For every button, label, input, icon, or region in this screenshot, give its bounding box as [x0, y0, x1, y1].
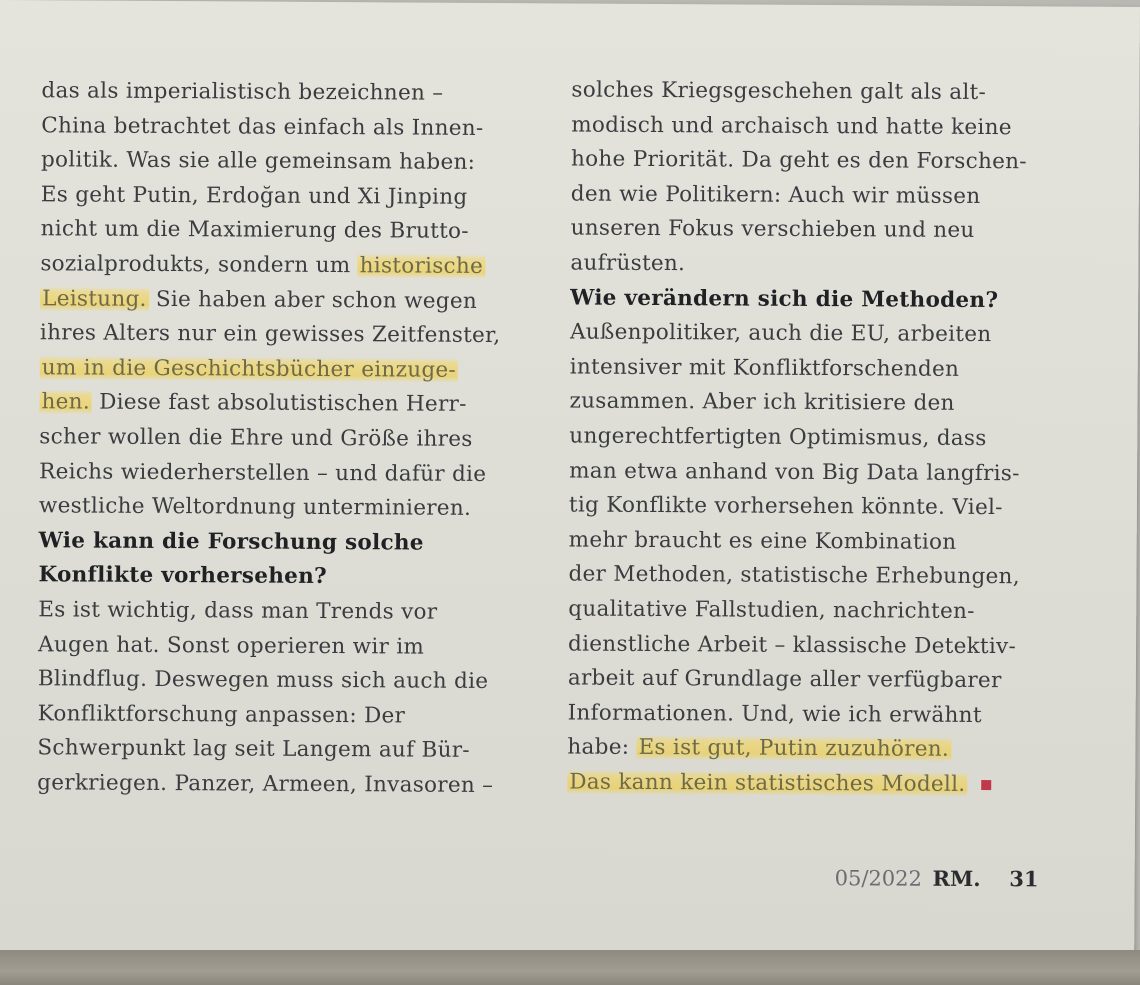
text-line: sozialprodukts, sondern um historische — [40, 247, 525, 285]
text-line: mehr braucht es eine Kombination — [569, 523, 1049, 561]
text-line: Augen hat. Sonst operieren wir im — [38, 628, 523, 666]
text-line: unseren Fokus verschieben und neu — [571, 212, 1051, 250]
text-segment: intensiver mit Konfliktforschenden — [569, 354, 960, 382]
text-segment: Diese fast absolutistischen Herr- — [91, 389, 467, 418]
right-text-column: solches Kriegsgeschehen galt als alt-mod… — [567, 73, 1051, 802]
text-segment: Konflikte vorhersehen? — [38, 562, 328, 590]
magazine-page: das als imperialistisch bezeichnen – Chin… — [0, 0, 1140, 957]
text-segment: arbeit auf Grundlage aller verfügbarer — [567, 665, 1002, 694]
text-segment: aufrüsten. — [570, 250, 686, 277]
text-line: Informationen. Und, wie ich erwähnt — [568, 696, 1048, 734]
text-line: tig Konflikte vorhersehen könnte. Viel- — [569, 489, 1049, 527]
text-line: modisch und archaisch und hatte keine — [571, 108, 1051, 146]
text-segment: Sie haben aber schon wegen — [148, 286, 478, 314]
text-segment: der Methoden, statistische Erhebungen, — [568, 561, 1020, 590]
text-segment: das als imperialistisch bezeichnen – — [41, 78, 444, 106]
text-segment: nicht um die Maximierung des Brutto- — [40, 216, 469, 245]
text-segment: Augen hat. Sonst operieren wir im — [37, 631, 425, 660]
text-line: Blindflug. Deswegen muss sich auch die — [38, 662, 523, 700]
text-segment: dienstliche Arbeit – klassische Detektiv… — [568, 630, 1017, 659]
text-line: Leistung. Sie haben aber schon wegen — [40, 282, 525, 320]
text-line: zusammen. Aber ich kritisiere den — [569, 385, 1049, 423]
text-segment: zusammen. Aber ich kritisiere den — [569, 388, 955, 417]
text-line: das als imperialistisch bezeichnen – — [41, 74, 526, 112]
text-line: Schwerpunkt lag seit Langem auf Bür- — [37, 732, 522, 770]
text-segment: scher wollen die Ehre und Größe ihres — [39, 424, 473, 452]
text-line: arbeit auf Grundlage aller verfügbarer — [568, 662, 1048, 700]
text-line: China betrachtet das einfach als Innen- — [41, 109, 526, 147]
text-segment: unseren Fokus verschieben und neu — [570, 215, 975, 244]
text-segment: Konfliktforschung anpassen: Der — [37, 700, 406, 729]
text-line: um in die Geschichtsbücher einzuge- — [39, 351, 525, 389]
text-line: intensiver mit Konfliktforschenden — [570, 350, 1050, 388]
text-line: Es geht Putin, Erdoğan und Xi Jinping — [41, 178, 526, 216]
text-line: den wie Politikern: Auch wir müssen — [571, 177, 1051, 215]
text-segment: politik. Was sie alle gemeinsam haben: — [40, 147, 476, 176]
highlighted-text: um in die Geschichtsbücher einzuge- — [39, 354, 459, 383]
text-segment: Schwerpunkt lag seit Langem auf Bür- — [37, 735, 470, 764]
text-line: ihres Alters nur ein gewisses Zeitfenste… — [40, 316, 525, 354]
text-segment: Wie verändern sich die Methoden? — [570, 285, 999, 313]
text-segment: modisch und archaisch und hatte keine — [571, 112, 1012, 140]
interview-question-line: Wie verändern sich die Methoden? — [570, 281, 1050, 319]
highlighted-text: Es ist gut, Putin zuzuhören. — [636, 735, 952, 763]
issue-date: 05/2022 — [834, 866, 922, 891]
text-segment: qualitative Fallstudien, nachrichten- — [568, 596, 975, 624]
text-segment: habe: — [567, 734, 637, 761]
magazine-logo: RM. — [932, 865, 981, 892]
text-segment: ihres Alters nur ein gewisses Zeitfenste… — [39, 320, 501, 349]
highlighted-text: Das kann kein statistisches Modell. — [567, 769, 968, 797]
text-line: nicht um die Maximierung des Brutto- — [40, 213, 525, 251]
text-segment: Reichs wiederherstellen – und dafür die — [39, 458, 487, 487]
text-line: hohe Priorität. Da geht es den Forschen- — [571, 143, 1051, 181]
text-line: Konfliktforschung anpassen: Der — [38, 697, 523, 735]
text-segment: tig Konflikte vorhersehen könnte. Viel- — [568, 492, 1003, 521]
text-line: qualitative Fallstudien, nachrichten- — [568, 592, 1048, 630]
text-line: Reichs wiederherstellen – und dafür die — [39, 455, 524, 493]
interview-question-line: Wie kann die Forschung solche — [39, 524, 524, 562]
text-segment: Es ist wichtig, dass man Trends vor — [38, 597, 438, 625]
text-line: solches Kriegsgeschehen galt als alt- — [571, 73, 1051, 111]
text-line: dienstliche Arbeit – klassische Detektiv… — [568, 627, 1048, 665]
text-segment: Außenpolitiker, auch die EU, arbeiten — [569, 319, 992, 348]
text-segment: mehr braucht es eine Kombination — [568, 527, 957, 555]
interview-question-line: Konflikte vorhersehen? — [38, 559, 523, 597]
text-line: hen. Diese fast absolutistischen Herr- — [39, 386, 524, 424]
page-footer: 05/2022 RM. 31 — [834, 865, 1039, 892]
text-segment: sozialprodukts, sondern um — [40, 251, 358, 279]
article-end-mark-icon — [981, 779, 992, 790]
text-segment: den wie Politikern: Auch wir müssen — [570, 181, 981, 209]
text-line: ungerechtfertigten Optimismus, dass — [569, 419, 1049, 457]
text-line: politik. Was sie alle gemeinsam haben: — [41, 143, 526, 181]
text-line: Es ist wichtig, dass man Trends vor — [38, 593, 523, 631]
text-line: Außenpolitiker, auch die EU, arbeiten — [570, 316, 1050, 354]
text-line: habe: Es ist gut, Putin zuzuhören. — [567, 731, 1047, 769]
text-segment: Wie kann die Forschung solche — [38, 527, 424, 556]
text-segment: hohe Priorität. Da geht es den Forschen- — [570, 146, 1027, 175]
text-segment: westliche Weltordnung unterminieren. — [38, 493, 472, 522]
left-text-column: das als imperialistisch bezeichnen – Chin… — [37, 74, 526, 803]
text-line: westliche Weltordnung unterminieren. — [39, 489, 524, 527]
text-line: scher wollen die Ehre und Größe ihres — [39, 420, 524, 458]
text-line: aufrüsten. — [570, 246, 1050, 284]
highlighted-text: historische — [357, 253, 486, 279]
highlighted-text: Leistung. — [40, 285, 149, 312]
text-line: Das kann kein statistisches Modell. — [567, 765, 1047, 803]
text-line: gerkriegen. Panzer, Armeen, Invasoren – — [37, 766, 522, 804]
page-number: 31 — [1009, 866, 1039, 892]
text-segment: Blindflug. Deswegen muss sich auch die — [37, 666, 489, 695]
text-line: der Methoden, statistische Erhebungen, — [568, 558, 1048, 596]
text-segment: man etwa anhand von Big Data langfris- — [569, 458, 1020, 486]
text-segment: China betrachtet das einfach als Innen- — [41, 112, 484, 141]
text-segment: ungerechtfertigten Optimismus, dass — [569, 423, 987, 451]
table-surface — [0, 950, 1140, 985]
text-segment: gerkriegen. Panzer, Armeen, Invasoren – — [37, 770, 494, 798]
highlighted-text: hen. — [39, 389, 93, 415]
text-segment: Informationen. Und, wie ich erwähnt — [567, 700, 982, 728]
text-segment: solches Kriegsgeschehen galt als alt- — [571, 77, 987, 106]
text-segment: Es geht Putin, Erdoğan und Xi Jinping — [40, 182, 468, 210]
text-line: man etwa anhand von Big Data langfris- — [569, 454, 1049, 492]
